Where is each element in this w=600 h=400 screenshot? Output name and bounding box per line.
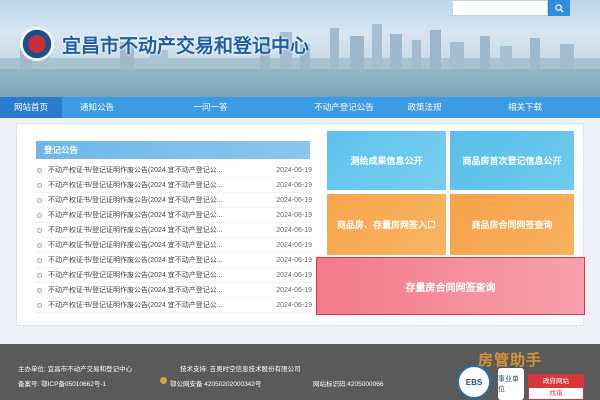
bullet-icon — [37, 302, 42, 308]
site-title: 宜昌市不动产交易和登记中心 — [62, 36, 310, 57]
nav-downloads[interactable]: 相关下载 — [450, 97, 600, 118]
list-item[interactable]: 不动产权证书/登记证明作废公告(2024 宜不动产登记公... 2024-06-1… — [36, 178, 312, 193]
stock-contract-query-tile[interactable]: 存量房合同网签查询 — [316, 257, 585, 315]
survey-results-tile[interactable]: 测绘成果信息公开 — [327, 131, 446, 190]
notice-list: 不动产权证书/登记证明作废公告(2024 宜不动产登记公... 2024-06-1… — [36, 163, 312, 313]
ebs-badge[interactable]: EBS — [457, 365, 491, 399]
search-button[interactable] — [548, 0, 570, 16]
nav-notices[interactable]: 通知公告 — [62, 97, 132, 118]
watermark-logo: 房管助手 — [478, 352, 543, 369]
institution-badge[interactable]: 事业单位 — [498, 368, 524, 400]
contract-query-tile[interactable]: 商品房合同网签查询 — [450, 194, 574, 255]
online-signing-entry-tile[interactable]: 商品房、存量房网签入口 — [327, 194, 446, 255]
first-registration-tile[interactable]: 商品房首次登记信息公开 — [450, 131, 574, 190]
bullet-icon — [37, 287, 42, 293]
list-item[interactable]: 不动产权证书/登记证明作废公告(2024 宜不动产登记公... 2024-06-1… — [36, 238, 312, 253]
nav-policies[interactable]: 政策法规 — [399, 97, 450, 118]
error-report-bottom: 找错 — [549, 390, 563, 397]
nav-registration-notices[interactable]: 不动产登记公告 — [289, 97, 399, 118]
search-icon — [554, 3, 564, 13]
main-nav: 网站首页 通知公告 一问一答 不动产登记公告 政策法规 相关下载 — [0, 97, 600, 118]
gov-site-error-report[interactable]: 政府网站 找错 — [528, 374, 584, 400]
river-illustration — [0, 69, 600, 97]
list-item[interactable]: 不动产权证书/登记证明作废公告(2024 宜不动产登记公... 2024-06-1… — [36, 253, 312, 268]
bullet-icon — [37, 227, 42, 233]
list-item[interactable]: 不动产权证书/登记证明作废公告(2024 宜不动产登记公... 2024-06-1… — [36, 268, 312, 283]
bullet-icon — [37, 272, 42, 278]
list-item[interactable]: 不动产权证书/登记证明作废公告(2024 宜不动产登记公... 2024-06-1… — [36, 298, 312, 313]
nav-qa[interactable]: 一问一答 — [132, 97, 289, 118]
bullet-icon — [37, 167, 42, 173]
footer-icp[interactable]: 备案号: 鄂ICP备05010662号-1 — [18, 378, 106, 388]
bullet-icon — [37, 242, 42, 248]
list-item[interactable]: 不动产权证书/登记证明作废公告(2024 宜不动产登记公... 2024-06-1… — [36, 283, 312, 298]
list-item[interactable]: 不动产权证书/登记证明作废公告(2024 宜不动产登记公... 2024-06-1… — [36, 163, 312, 178]
nav-home[interactable]: 网站首页 — [0, 97, 62, 118]
list-item[interactable]: 不动产权证书/登记证明作废公告(2024 宜不动产登记公... 2024-06-1… — [36, 193, 312, 208]
tab-registration-notices[interactable]: 登记公告 — [36, 141, 86, 159]
footer-host: 主办单位: 宜昌市不动产交易和登记中心 — [18, 366, 133, 373]
police-badge-icon — [160, 377, 167, 384]
bullet-icon — [37, 197, 42, 203]
header-banner: 宜昌市不动产交易和登记中心 — [0, 0, 600, 97]
bullet-icon — [37, 212, 42, 218]
bullet-icon — [37, 257, 42, 263]
error-report-top: 政府网站 — [529, 375, 583, 388]
emblem-icon — [20, 27, 54, 61]
list-item[interactable]: 不动产权证书/登记证明作废公告(2024 宜不动产登记公... 2024-06-1… — [36, 208, 312, 223]
bullet-icon — [37, 182, 42, 188]
footer-support: 技术支持: 吉奥时空信息技术股份有限公司 — [180, 366, 301, 373]
footer-police-record[interactable]: 鄂公网安备 42050202000342号 — [170, 378, 261, 388]
footer-site-id: 网站标识码:4205000066 — [313, 381, 384, 388]
list-item[interactable]: 不动产权证书/登记证明作废公告(2024 宜不动产登记公... 2024-06-1… — [36, 223, 312, 238]
search-input[interactable] — [452, 0, 548, 16]
